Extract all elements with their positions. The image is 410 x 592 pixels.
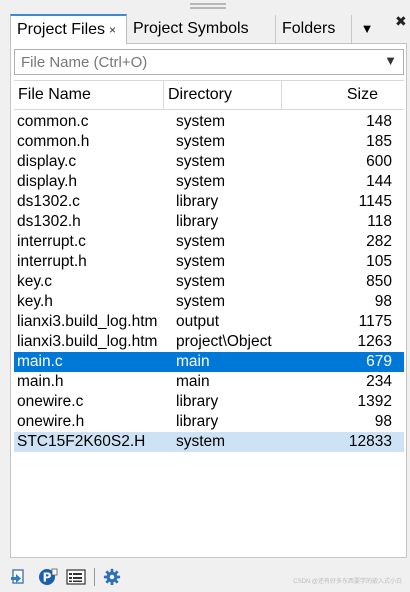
directory-cell: system (176, 273, 226, 290)
file-name-cell: onewire.h (17, 413, 85, 430)
file-row[interactable]: STC15F2K60S2.H system 12833 (14, 432, 404, 452)
file-name-cell: lianxi3.build_log.htm (17, 313, 158, 330)
size-cell: 234 (366, 373, 392, 390)
file-name-cell: lianxi3.build_log.htm (17, 333, 158, 350)
directory-cell: library (176, 193, 219, 210)
panel-drag-grip[interactable] (190, 3, 226, 9)
file-row[interactable]: common.h system 185 (14, 132, 404, 152)
size-cell: 1263 (357, 333, 392, 350)
tab-label: Project Files (17, 21, 106, 38)
file-search-box: ▼ (14, 49, 404, 75)
directory-cell: system (176, 433, 226, 450)
size-cell: 600 (366, 153, 392, 170)
size-cell: 12833 (348, 433, 392, 450)
size-cell: 282 (366, 233, 392, 250)
file-name-cell: common.h (17, 133, 90, 150)
directory-cell: system (176, 133, 226, 150)
size-cell: 148 (366, 113, 392, 130)
tab-label: Folders (282, 20, 336, 37)
tabs-more-button[interactable]: ▼ (352, 15, 382, 43)
file-name-cell: display.h (17, 173, 78, 190)
chevron-down-icon: ▼ (360, 21, 374, 36)
column-header-file-name[interactable]: File Name (14, 81, 164, 109)
file-name-cell: key.h (17, 293, 53, 310)
tab-bar: Project Files × Project Symbols Folders ▼ (10, 14, 395, 44)
file-row[interactable]: ds1302.c library 1145 (14, 192, 404, 212)
file-name-cell: ds1302.c (17, 193, 80, 210)
tab-close-icon[interactable]: × (109, 23, 116, 37)
directory-cell: project\Object (176, 333, 272, 350)
file-row[interactable]: key.h system 98 (14, 292, 404, 312)
directory-cell: system (176, 293, 226, 310)
size-cell: 1392 (357, 393, 392, 410)
file-name-cell: interrupt.h (17, 253, 87, 270)
file-row[interactable]: lianxi3.build_log.htm output 1175 (14, 312, 404, 332)
file-row[interactable]: interrupt.h system 105 (14, 252, 404, 272)
file-name-cell: ds1302.h (17, 213, 81, 230)
size-cell: 1175 (358, 313, 392, 330)
directory-cell: output (176, 313, 220, 330)
project-files-panel: ▼ File Name Directory Size common.c syste… (10, 43, 407, 558)
file-row[interactable]: common.c system 148 (14, 112, 404, 132)
size-cell: 98 (374, 413, 392, 430)
directory-cell: system (176, 153, 226, 170)
file-row[interactable]: display.h system 144 (14, 172, 404, 192)
file-search-input[interactable] (15, 50, 377, 74)
size-cell: 1145 (358, 193, 392, 210)
open-file-icon[interactable] (10, 568, 30, 586)
size-cell: 118 (367, 213, 392, 230)
project-icon[interactable]: P (38, 568, 58, 586)
directory-cell: system (176, 173, 226, 190)
file-name-cell: main.h (17, 373, 64, 390)
size-cell: 850 (366, 273, 392, 290)
size-cell: 144 (366, 173, 392, 190)
size-cell: 679 (366, 353, 392, 370)
file-table-body: common.c system 148 common.h system 185 displa… (14, 112, 404, 452)
file-name-cell: main.c (17, 353, 63, 370)
size-cell: 98 (374, 293, 392, 310)
directory-cell: library (176, 393, 219, 410)
directory-cell: library (176, 213, 219, 230)
file-name-cell: key.c (17, 273, 53, 290)
svg-text:P: P (43, 571, 52, 585)
file-row[interactable]: display.c system 600 (14, 152, 404, 172)
column-header-directory[interactable]: Directory (164, 81, 282, 109)
file-row[interactable]: interrupt.c system 282 (14, 232, 404, 252)
file-row[interactable]: main.c main 679 (14, 352, 404, 372)
file-name-cell: STC15F2K60S2.H (17, 433, 146, 450)
tab-project-symbols[interactable]: Project Symbols (127, 15, 276, 43)
tab-label: Project Symbols (133, 20, 249, 37)
watermark: CSDN @还有好多东西要学的嵌入式小白 (293, 579, 402, 585)
file-row[interactable]: ds1302.h library 118 (14, 212, 404, 232)
tab-folders[interactable]: Folders (276, 15, 352, 43)
file-table-header: File Name Directory Size (14, 80, 404, 110)
tab-project-files[interactable]: Project Files × (10, 14, 127, 44)
toolbar-separator (94, 568, 95, 586)
directory-cell: system (176, 233, 226, 250)
file-row[interactable]: main.h main 234 (14, 372, 404, 392)
directory-cell: library (176, 413, 219, 430)
size-cell: 105 (366, 253, 392, 270)
file-name-cell: interrupt.c (17, 233, 86, 250)
file-name-cell: onewire.c (17, 393, 84, 410)
list-icon[interactable] (66, 568, 86, 586)
file-row[interactable]: onewire.c library 1392 (14, 392, 404, 412)
directory-cell: system (176, 253, 226, 270)
file-row[interactable]: onewire.h library 98 (14, 412, 404, 432)
chevron-down-icon[interactable]: ▼ (384, 53, 397, 68)
directory-cell: main (176, 373, 210, 390)
size-cell: 185 (366, 133, 392, 150)
file-name-cell: common.c (17, 113, 89, 130)
directory-cell: main (176, 353, 210, 370)
file-name-cell: display.c (17, 153, 77, 170)
settings-gear-icon[interactable] (102, 568, 122, 586)
close-panel-icon[interactable]: ✖ (395, 14, 407, 28)
directory-cell: system (176, 113, 226, 130)
column-header-size[interactable]: Size (282, 81, 404, 109)
file-row[interactable]: lianxi3.build_log.htm project\Object 1263 (14, 332, 404, 352)
file-row[interactable]: key.c system 850 (14, 272, 404, 292)
